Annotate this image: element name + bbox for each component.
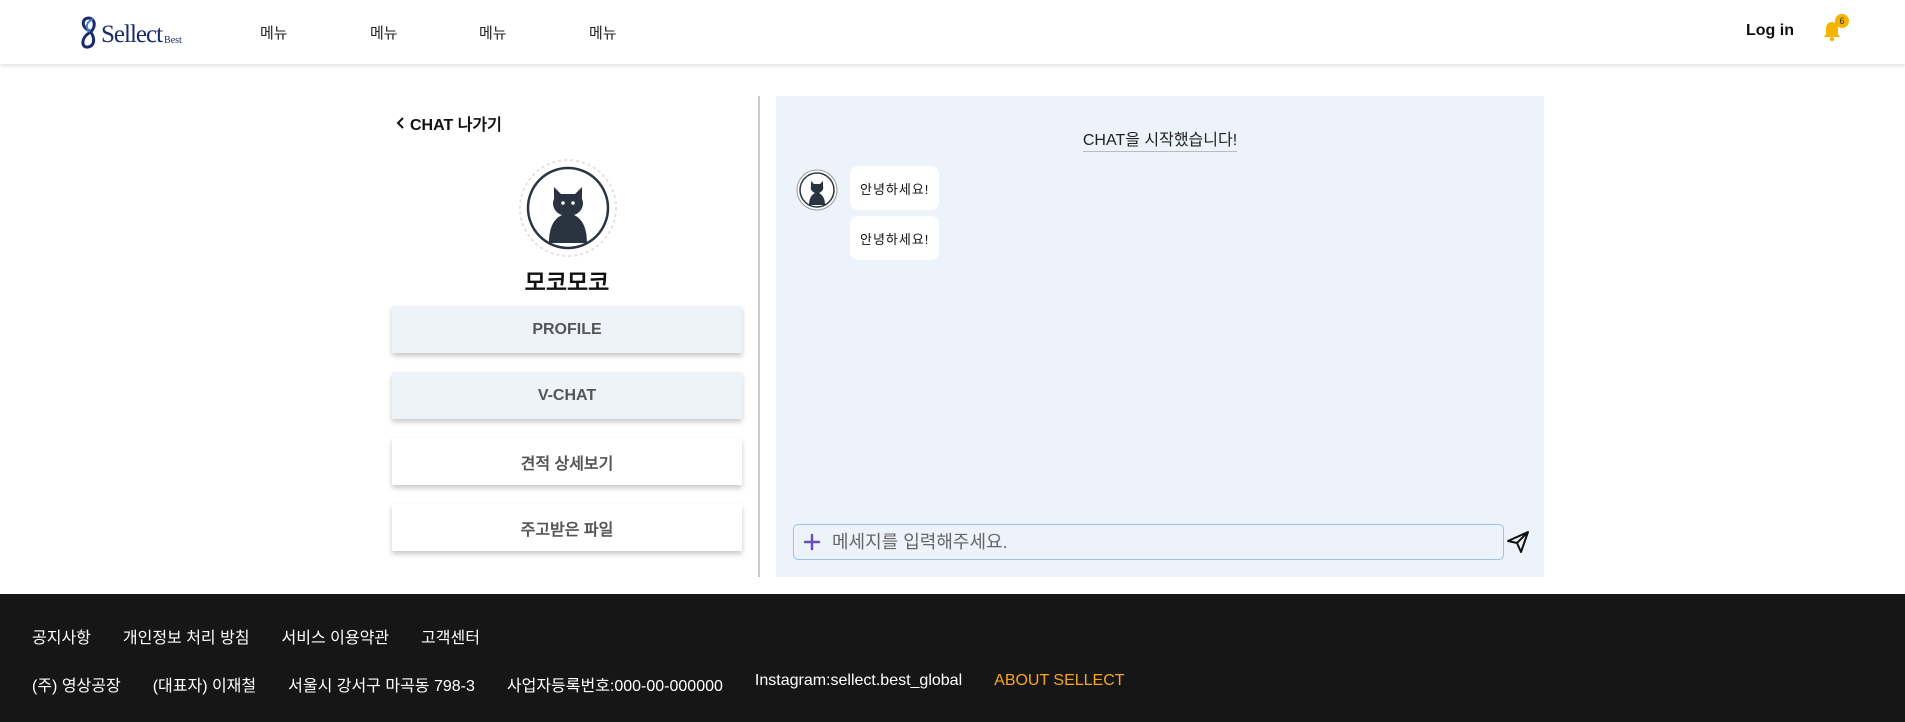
ceo-name: (대표자) 이재철 <box>152 678 257 695</box>
chat-exit-link[interactable]: CHAT 나가기 <box>396 111 502 135</box>
logo-text: Sellect <box>101 21 163 48</box>
about-link[interactable]: ABOUT SELLECT <box>994 672 1124 696</box>
chat-message: 안녕하세요! <box>850 216 940 260</box>
profile-avatar <box>519 159 617 257</box>
company-address: 서울시 강서구 마곡동 798-3 <box>288 678 475 695</box>
nav-menu-3[interactable]: 메뉴 <box>479 22 507 43</box>
notification-badge: 6 <box>1835 14 1849 28</box>
chevron-left-icon <box>396 117 404 129</box>
v-chat-button-label: V-CHAT <box>537 386 597 404</box>
footer-links: 공지사항 개인정보 처리 방침 서비스 이용약관 고객센터 <box>32 624 480 648</box>
footer-info: (주) 영상공장 (대표자) 이재철 서울시 강서구 마곡동 798-3 사업자… <box>32 672 1125 696</box>
message-input-box <box>793 524 1504 560</box>
chat-message: 안녕하세요! <box>850 166 940 210</box>
estimate-detail-button[interactable]: 견적 상세보기 <box>392 438 742 485</box>
plus-icon[interactable] <box>802 532 822 552</box>
v-chat-button[interactable]: V-CHAT <box>392 372 742 419</box>
nav-menu-2[interactable]: 메뉴 <box>370 22 398 43</box>
chat-start-notice: CHAT을 시작했습니다! <box>776 126 1544 152</box>
sender-avatar <box>796 169 838 211</box>
chat-start-text: CHAT을 시작했습니다! <box>1082 132 1238 152</box>
top-header: Sellect Best 메뉴 메뉴 메뉴 메뉴 Log in 6 <box>0 0 1905 64</box>
login-link[interactable]: Log in <box>1746 22 1794 40</box>
chat-exit-label: CHAT 나가기 <box>410 117 502 134</box>
privacy-policy-link[interactable]: 개인정보 처리 방침 <box>123 624 250 648</box>
vertical-divider <box>758 96 760 577</box>
shared-files-button[interactable]: 주고받은 파일 <box>392 504 742 551</box>
logo-subtext: Best <box>164 35 182 46</box>
profile-button[interactable]: PROFILE <box>392 306 742 353</box>
instagram-handle: Instagram:sellect.best_global <box>754 672 963 689</box>
terms-link[interactable]: 서비스 이용약관 <box>282 624 390 648</box>
shared-files-label: 주고받은 파일 <box>520 521 614 539</box>
message-input[interactable] <box>832 531 1503 553</box>
nav-menu-1[interactable]: 메뉴 <box>260 22 288 43</box>
business-number: 사업자등록번호:000-00-000000 <box>506 678 723 695</box>
site-footer: 공지사항 개인정보 처리 방침 서비스 이용약관 고객센터 (주) 영상공장 (… <box>0 594 1905 722</box>
chat-panel: CHAT을 시작했습니다! 안녕하세요! 안녕하세요! <box>776 96 1544 577</box>
sellect-logo[interactable]: Sellect Best <box>78 14 182 50</box>
notice-link[interactable]: 공지사항 <box>32 624 91 648</box>
logo-8-icon <box>81 16 96 49</box>
profile-name: 모코모코 <box>524 269 610 295</box>
nav-menu-4[interactable]: 메뉴 <box>589 22 617 43</box>
company-name: (주) 영상공장 <box>32 678 121 695</box>
profile-button-label: PROFILE <box>532 320 602 338</box>
send-icon[interactable] <box>1505 529 1531 555</box>
customer-center-link[interactable]: 고객센터 <box>421 624 480 648</box>
estimate-detail-label: 견적 상세보기 <box>520 455 614 473</box>
